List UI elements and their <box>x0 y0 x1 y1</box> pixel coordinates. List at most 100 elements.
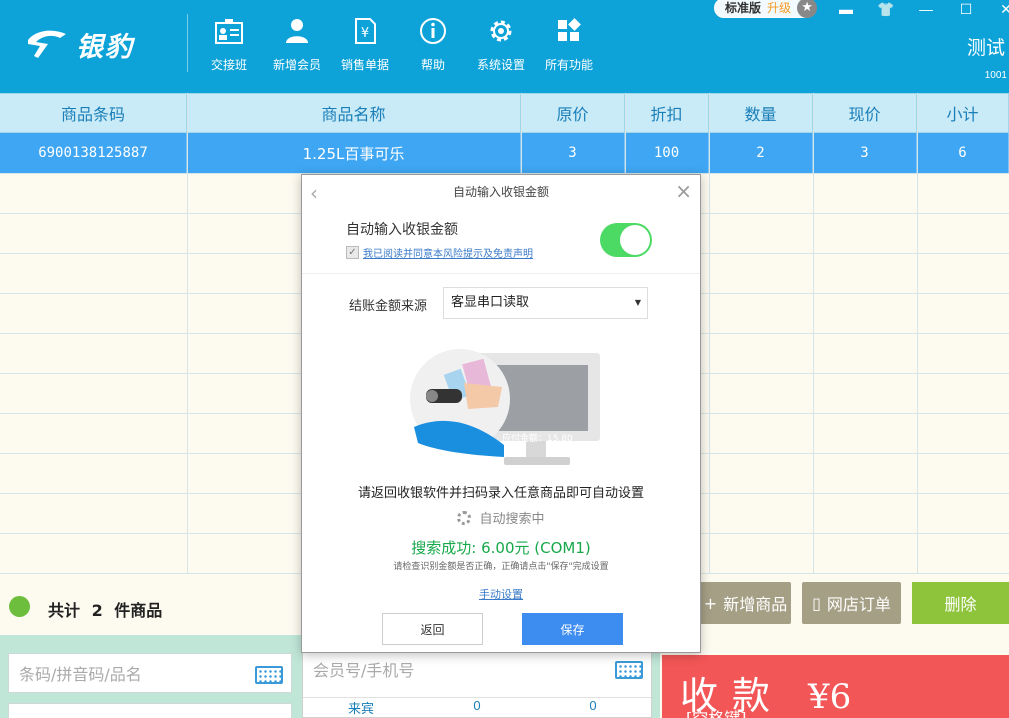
header-current-price: 现价 <box>813 94 917 132</box>
user-name: 测试 <box>966 37 1005 59</box>
top-bar: 银豹 交接班 新增会员 ¥ 销售单据 帮助 系统设置 所有功能 标准版 升级 ★… <box>0 0 1009 93</box>
instruction-text: 请返回收银软件并扫码录入任意商品即可自动设置 <box>357 486 644 501</box>
toolbar-settings-button[interactable]: 系统设置 <box>467 14 535 76</box>
save-button[interactable]: 保存 <box>522 613 623 645</box>
auto-amount-dialog: ‹ 自动输入收银金额 × 自动输入收银金额 ✓ 我已阅读并同意本风险提示及免责声… <box>301 174 701 653</box>
toolbar-label: 交接班 <box>210 58 247 72</box>
search-status-text: 自动搜索中 <box>479 512 545 527</box>
logo-text: 银豹 <box>76 31 134 63</box>
checkout-shortcut: [空格键] <box>686 705 747 718</box>
web-order-button[interactable]: ▯ 网店订单 <box>802 582 901 624</box>
cell-original-price: 3 <box>521 133 625 173</box>
main-toolbar: 交接班 新增会员 ¥ 销售单据 帮助 系统设置 所有功能 <box>195 14 603 76</box>
dropdown-arrow-icon: ▼ <box>634 298 641 307</box>
cell-name: 1.25L百事可乐 <box>187 133 521 173</box>
source-select[interactable]: 客显串口读取 ▼ <box>443 287 648 319</box>
cell-discount: 100 <box>625 133 709 173</box>
svg-text:¥: ¥ <box>361 26 369 41</box>
member-points: 0 <box>473 698 481 713</box>
hint-text: 请检查识别金额是否正确，正确请点击"保存"完成设置 <box>393 562 609 572</box>
app-logo: 银豹 <box>26 22 134 66</box>
sales-receipt-icon: ¥ <box>355 18 376 44</box>
total-items-label: 共计 2 件商品 <box>48 601 163 620</box>
success-message: 搜索成功: 6.00元 (COM1) <box>411 539 591 557</box>
member-type: 来宾 <box>347 701 374 716</box>
skin-icon[interactable]: 👕 <box>866 0 906 18</box>
web-order-label: 网店订单 <box>826 595 891 614</box>
checkout-button[interactable]: 收款 [空格键] ¥6 <box>662 655 1009 718</box>
leopard-logo-icon <box>28 30 66 58</box>
phone-icon: ▯ <box>812 593 821 613</box>
add-product-button[interactable]: + 新增商品 <box>700 582 791 624</box>
toolbar-all-functions-button[interactable]: 所有功能 <box>535 14 603 76</box>
loading-spinner-icon <box>457 511 472 525</box>
message-icon[interactable]: ▬ <box>826 0 866 18</box>
grid-line <box>187 93 188 573</box>
source-select-value: 客显串口读取 <box>451 295 530 310</box>
manual-setup-link[interactable]: 手动设置 <box>302 586 700 602</box>
auto-input-toggle[interactable] <box>600 223 652 257</box>
edition-label: 标准版 <box>725 1 762 15</box>
wifi-icon <box>9 596 30 617</box>
settings-icon <box>490 20 512 42</box>
toolbar-help-button[interactable]: 帮助 <box>399 14 467 76</box>
toolbar-add-member-button[interactable]: 新增会员 <box>263 14 331 76</box>
close-icon[interactable]: × <box>675 179 692 203</box>
agreement-checkbox[interactable]: ✓ <box>346 246 359 259</box>
add-product-label: 新增商品 <box>723 595 788 614</box>
member-search-input[interactable]: 会员号/手机号 <box>303 649 651 689</box>
agreement-row[interactable]: ✓ 我已阅读并同意本风险提示及免责声明 <box>346 245 533 260</box>
member-panel: 会员号/手机号 来宾 0 0 <box>302 648 652 718</box>
auto-input-label: 自动输入收银金额 <box>346 222 458 238</box>
back-button[interactable]: 返回 <box>382 613 483 645</box>
shift-handover-icon <box>215 19 243 44</box>
divider <box>302 273 700 274</box>
screen-amount: 应付金额：15.80 <box>502 434 573 444</box>
source-label: 结账金额来源 <box>349 299 428 314</box>
toolbar-divider <box>187 14 188 72</box>
help-icon <box>420 18 446 44</box>
checkout-amount: ¥6 <box>808 677 852 717</box>
header-original-price: 原价 <box>521 94 625 132</box>
minimize-icon[interactable]: — <box>906 0 946 18</box>
grid-line <box>709 93 710 573</box>
toolbar-shift-handover-button[interactable]: 交接班 <box>195 14 263 76</box>
star-icon: ★ <box>797 0 818 18</box>
agreement-link[interactable]: 我已阅读并同意本风险提示及免责声明 <box>363 245 533 260</box>
add-member-icon <box>286 19 308 43</box>
toolbar-label: 销售单据 <box>340 58 389 72</box>
search-status: 自动搜索中 <box>302 508 700 527</box>
toolbar-label: 所有功能 <box>544 58 593 72</box>
keyboard-icon[interactable] <box>615 661 643 679</box>
member-balance: 0 <box>589 698 597 713</box>
delete-button[interactable]: 删除 <box>912 582 1009 624</box>
keyboard-icon[interactable] <box>255 666 283 684</box>
header-name: 商品名称 <box>187 94 521 132</box>
barcode-search-input[interactable]: 条码/拼音码/品名 <box>8 653 292 693</box>
user-id: 1001 <box>984 70 1007 81</box>
scan-illustration <box>410 349 600 465</box>
grid-line <box>813 93 814 573</box>
table-row[interactable]: 6900138125887 1.25L百事可乐 3 100 2 3 6 <box>0 133 1009 173</box>
upgrade-link[interactable]: 升级 <box>767 1 791 15</box>
secondary-input[interactable] <box>8 703 292 718</box>
maximize-icon[interactable]: ☐ <box>946 0 986 18</box>
close-icon[interactable]: ✕ <box>986 0 1009 18</box>
all-functions-icon <box>558 18 581 41</box>
edition-badge[interactable]: 标准版 升级 ★ <box>714 0 818 18</box>
header-barcode: 商品条码 <box>0 94 187 132</box>
member-stats: 来宾 0 0 <box>303 697 651 718</box>
cell-current-price: 3 <box>813 133 917 173</box>
window-controls: ▬ 👕 — ☐ ✕ <box>826 0 1009 18</box>
toolbar-label: 新增会员 <box>272 58 321 72</box>
toolbar-sales-receipt-button[interactable]: ¥ 销售单据 <box>331 14 399 76</box>
cell-quantity: 2 <box>709 133 813 173</box>
dialog-title: 自动输入收银金额 <box>452 185 549 199</box>
grid-line <box>917 93 918 573</box>
toolbar-label: 帮助 <box>420 58 445 72</box>
cell-subtotal: 6 <box>917 133 1009 173</box>
member-placeholder: 会员号/手机号 <box>313 661 415 680</box>
header-quantity: 数量 <box>709 94 813 132</box>
barcode-placeholder: 条码/拼音码/品名 <box>19 665 142 684</box>
cell-barcode: 6900138125887 <box>0 133 187 173</box>
